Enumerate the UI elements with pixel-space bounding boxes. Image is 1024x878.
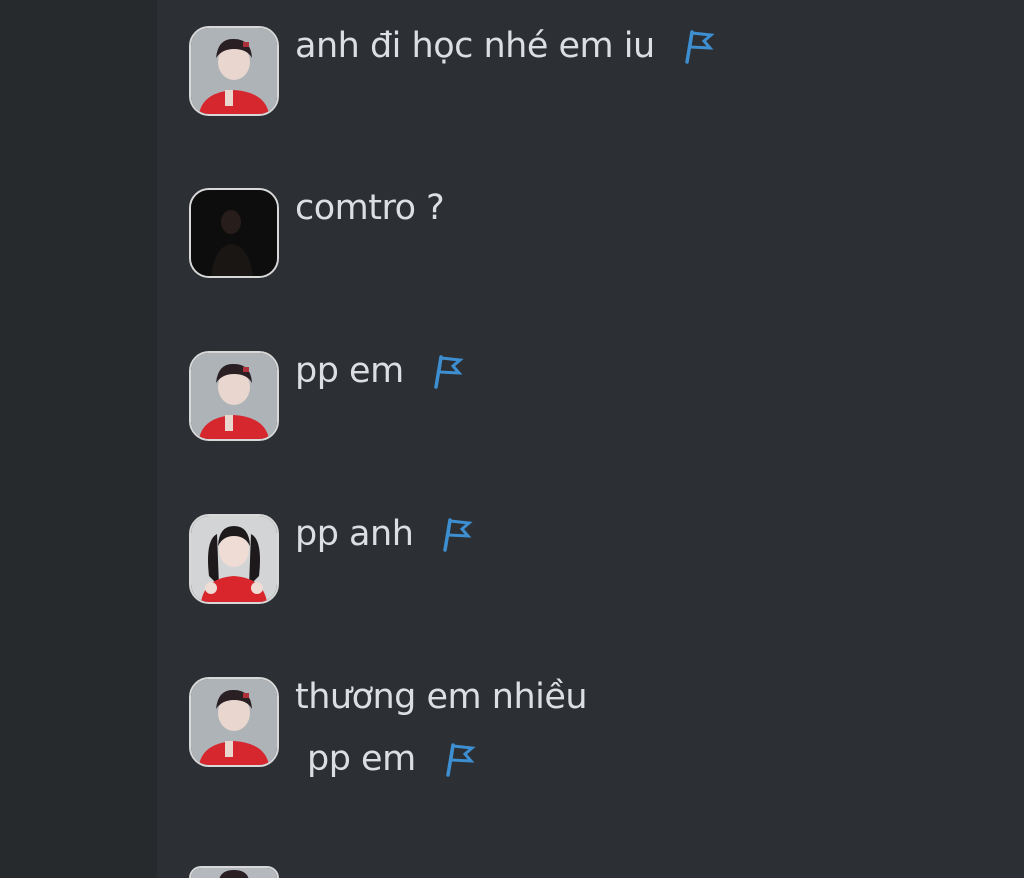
message-text: anh đi học nhé em iu [295,26,655,66]
message-text: thương em nhiều [295,677,588,717]
chat-message: comtro ? [189,188,445,278]
chat-panel: anh đi học nhé em iu comtro ? pp em pp a… [157,0,1024,878]
avatar[interactable] [189,351,279,441]
avatar[interactable] [189,677,279,767]
flag-icon[interactable] [432,353,466,389]
avatar[interactable] [189,188,279,278]
message-text: comtro ? [295,188,445,228]
flag-icon[interactable] [441,516,475,552]
chat-message: pp anh [189,514,475,604]
chat-message: pp em [189,351,466,441]
chat-message: thương em nhiều pp em [189,677,588,779]
avatar[interactable] [189,866,279,878]
message-text: pp anh [295,514,414,554]
avatar[interactable] [189,26,279,116]
chat-message: anh đi học nhé em iu [189,26,717,116]
avatar[interactable] [189,514,279,604]
flag-icon[interactable] [683,28,717,64]
flag-icon[interactable] [444,741,478,777]
chat-message [189,866,279,878]
message-text: pp em [295,351,404,391]
left-sidebar [0,0,157,878]
message-text: pp em [307,739,416,779]
